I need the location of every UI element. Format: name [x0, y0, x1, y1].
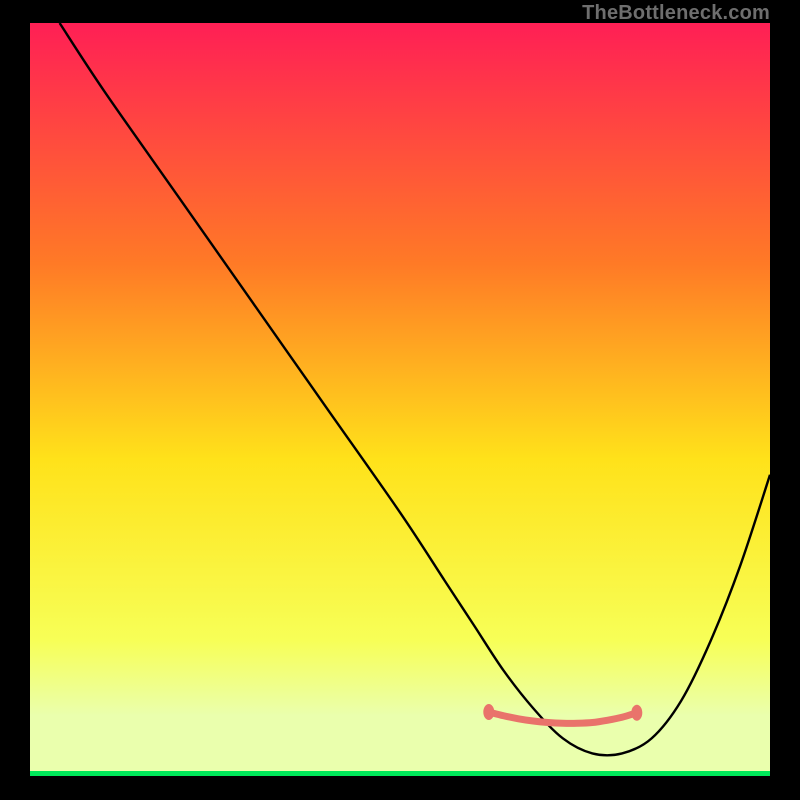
gradient-background — [30, 23, 770, 776]
chart-frame: TheBottleneck.com — [0, 0, 800, 800]
watermark-text: TheBottleneck.com — [582, 2, 770, 25]
highlight-end-dot — [631, 705, 642, 721]
highlight-end-dot — [483, 704, 494, 720]
baseline-green — [30, 771, 770, 776]
plot-area — [30, 23, 770, 776]
chart-svg — [30, 23, 770, 776]
